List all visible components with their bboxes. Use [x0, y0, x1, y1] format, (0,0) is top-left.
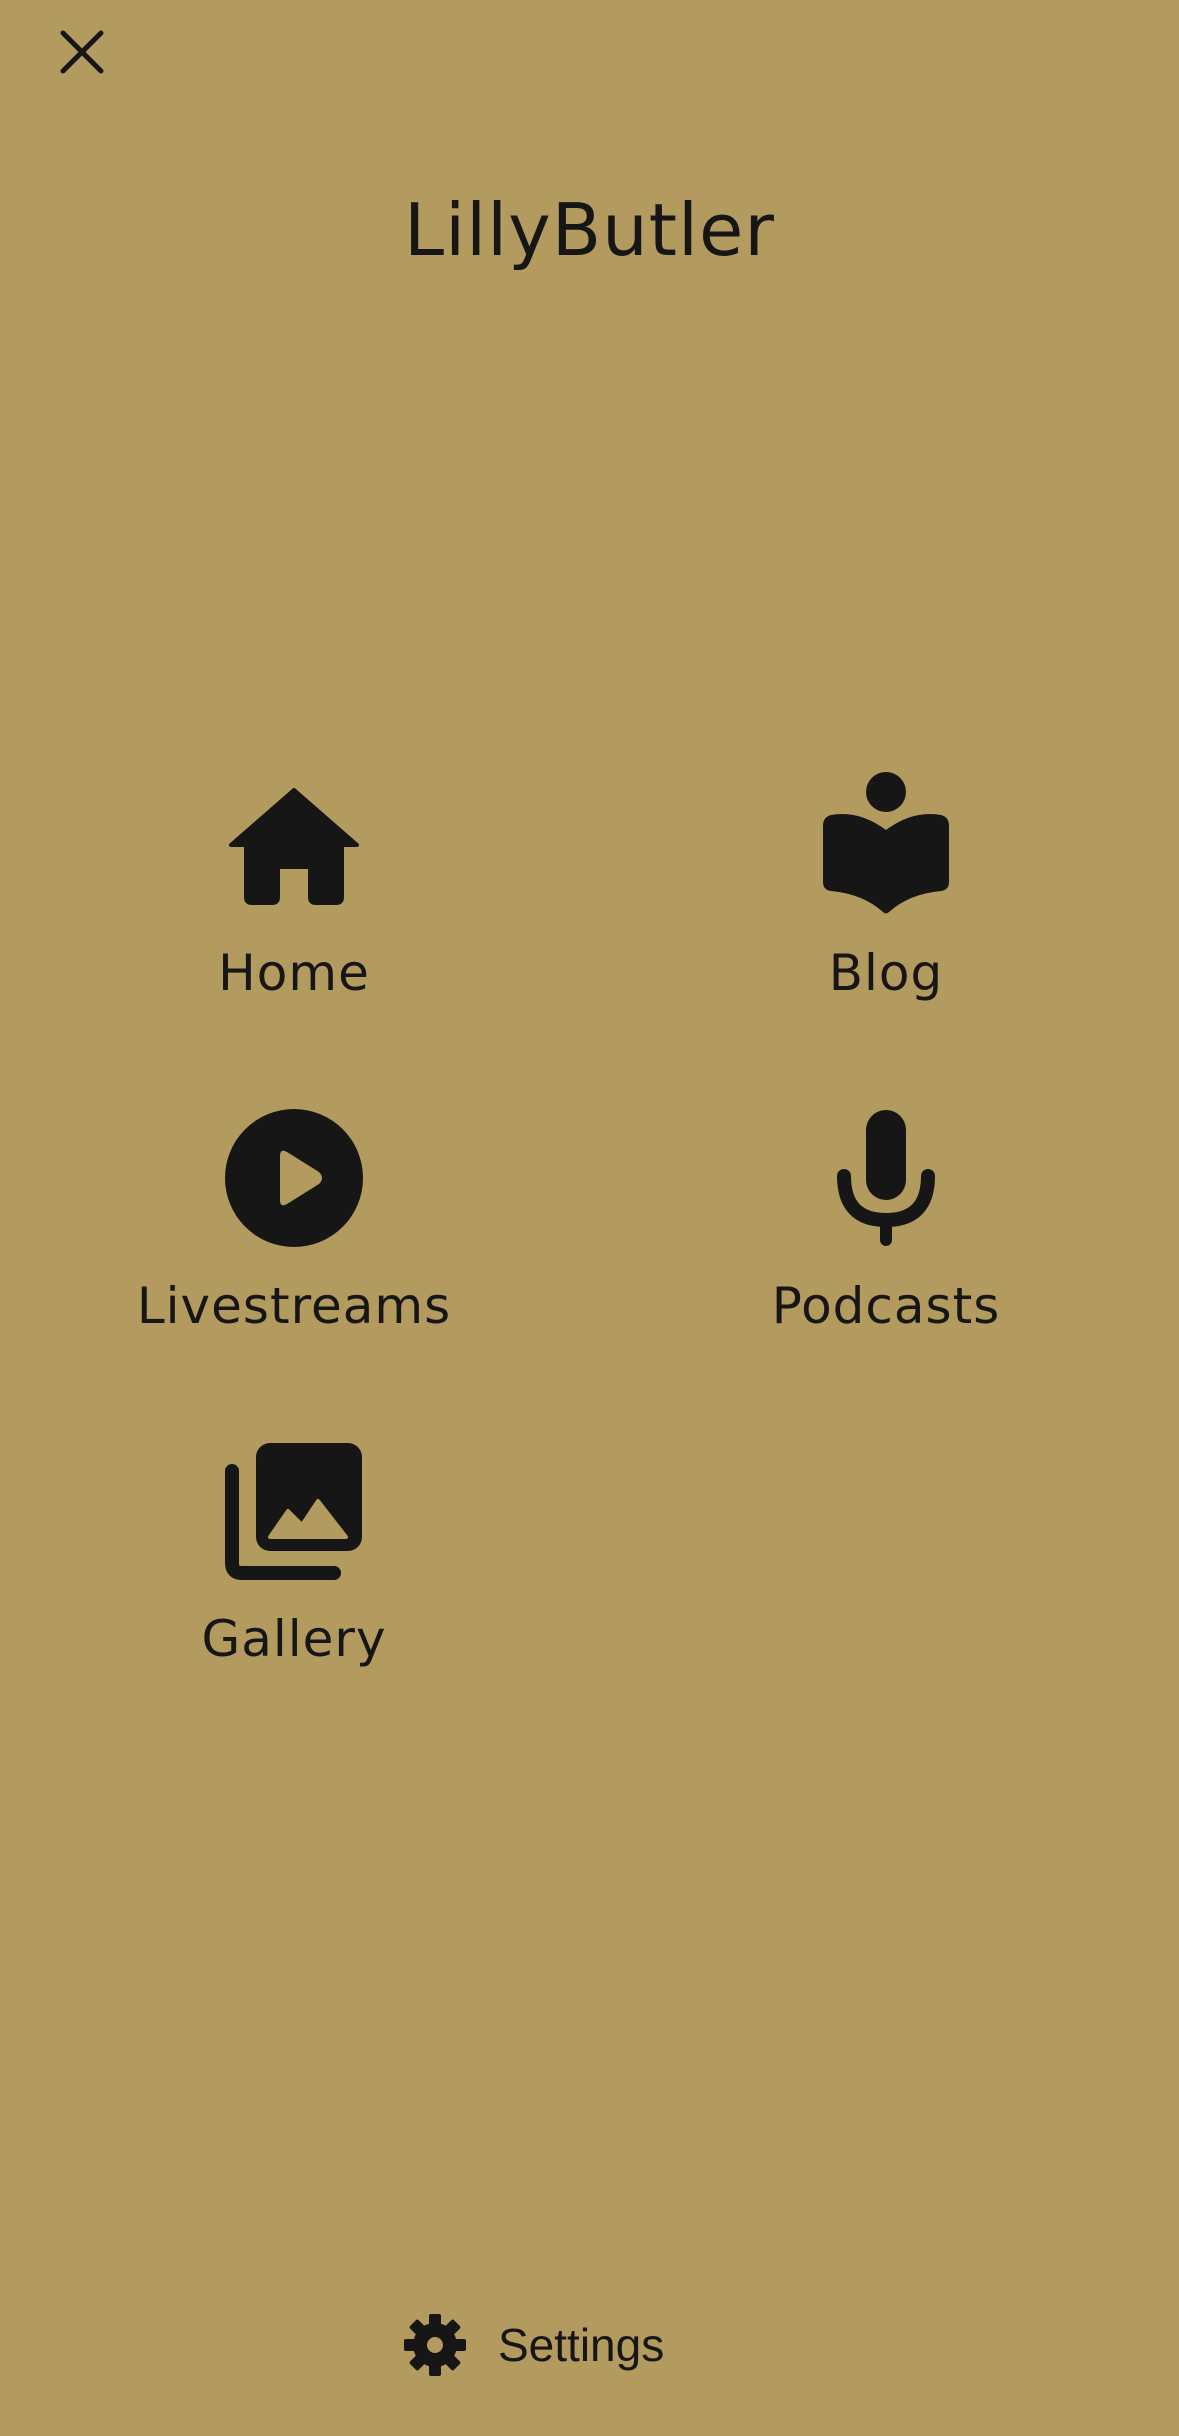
book-reader-icon — [811, 770, 961, 920]
close-icon — [58, 28, 106, 80]
close-button[interactable] — [52, 24, 112, 84]
settings-label: Settings — [498, 2319, 665, 2371]
home-icon — [219, 770, 369, 920]
nav-label-livestreams: Livestreams — [136, 1277, 452, 1335]
nav-label-gallery: Gallery — [201, 1610, 387, 1668]
settings-button[interactable]: Settings — [400, 2305, 780, 2385]
nav-item-home[interactable]: Home — [84, 770, 504, 1030]
nav-item-gallery[interactable]: Gallery — [84, 1436, 504, 1696]
nav-label-home: Home — [218, 944, 370, 1002]
nav-label-podcasts: Podcasts — [771, 1277, 1001, 1335]
nav-item-blog[interactable]: Blog — [676, 770, 1096, 1030]
gear-icon — [400, 2310, 470, 2380]
microphone-icon — [811, 1103, 961, 1253]
nav-item-podcasts[interactable]: Podcasts — [676, 1103, 1096, 1363]
nav-item-livestreams[interactable]: Livestreams — [84, 1103, 504, 1363]
photo-library-icon — [219, 1436, 369, 1586]
app-title: LillyButler — [404, 188, 775, 272]
play-circle-icon — [219, 1103, 369, 1253]
nav-label-blog: Blog — [828, 944, 944, 1002]
